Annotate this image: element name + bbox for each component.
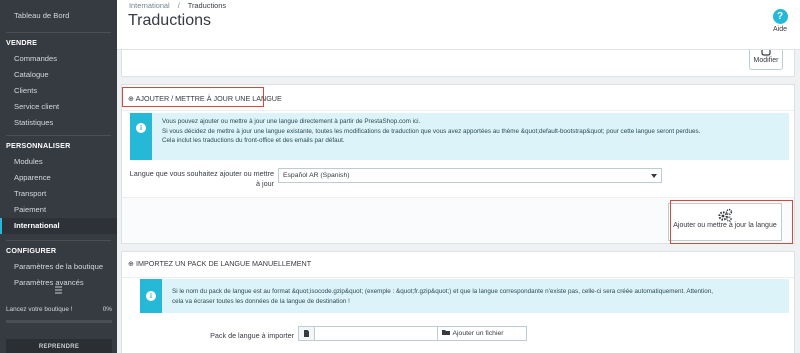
sidebar-item-catalog[interactable]: Catalogue — [0, 67, 117, 83]
add-language-info-alert: i Vous pouvez ajouter ou mettre à jour u… — [130, 113, 789, 160]
launch-label: Lancez votre boutique ! — [6, 306, 73, 313]
import-pack-info-alert: i Si le nom du pack de langue est au for… — [140, 279, 789, 313]
breadcrumb: International / Traductions — [129, 1, 226, 10]
sidebar-item-customers[interactable]: Clients — [0, 83, 117, 99]
sidebar-item-stats[interactable]: Statistiques — [0, 115, 117, 131]
import-pack-title: ⊕ IMPORTEZ UN PACK DE LANGUE MANUELLEMEN… — [128, 259, 312, 268]
help-label: Aide — [772, 26, 787, 33]
add-language-panel: ⊕ AJOUTER / METTRE À JOUR UNE LANGUE i V… — [121, 84, 795, 244]
plus-circle-icon: ⊕ — [128, 259, 137, 268]
sidebar-item-orders[interactable]: Commandes — [0, 51, 117, 67]
add-language-title: ⊕ AJOUTER / METTRE À JOUR UNE LANGUE — [128, 94, 282, 103]
launch-percent: 0% — [102, 306, 112, 313]
button-highlight-box — [670, 200, 793, 244]
launch-progress-text: Lancez votre boutique ! 0% — [6, 306, 112, 313]
breadcrumb-parent[interactable]: International — [129, 1, 170, 10]
resume-button[interactable]: REPRENDRE — [6, 339, 112, 353]
info-icon: i — [146, 291, 156, 301]
file-input-label: Pack de langue à importer — [210, 331, 294, 340]
help-button[interactable]: ? Aide — [766, 9, 794, 33]
help-icon: ? — [772, 9, 788, 24]
breadcrumb-separator: / — [177, 1, 180, 10]
folder-open-icon — [442, 330, 453, 337]
plus-circle-icon: ⊕ — [128, 94, 136, 103]
info-alert-bar: i — [140, 279, 162, 313]
info-alert-bar: i — [130, 113, 152, 160]
breadcrumb-current: Traductions — [187, 1, 227, 10]
add-file-button[interactable]: Ajouter un fichier — [438, 326, 527, 341]
sidebar-item-modules[interactable]: Modules — [0, 154, 117, 170]
file-icon — [298, 326, 315, 341]
import-pack-info-text: Si le nom du pack de langue est au forma… — [172, 288, 713, 305]
language-select[interactable]: Español AR (Spanish) — [278, 168, 662, 183]
page-title: Traductions — [128, 12, 211, 29]
collapse-menu-icon[interactable] — [55, 286, 62, 294]
file-name-input[interactable] — [315, 326, 438, 341]
page-header: International / Traductions Traductions … — [117, 0, 800, 50]
edit-icon — [750, 50, 782, 57]
theme-panel: Modifier — [121, 50, 795, 77]
sidebar: Tableau de Bord VENDRE Commandes Catalog… — [0, 0, 117, 353]
sidebar-item-appearance[interactable]: Apparence — [0, 170, 117, 186]
add-language-footer: Ajouter ou mettre à jour la langue — [122, 197, 794, 244]
sidebar-item-payment[interactable]: Paiement — [0, 202, 117, 218]
sidebar-section-configurer: CONFIGURER — [6, 246, 57, 255]
sidebar-section-vendre: VENDRE — [6, 38, 38, 47]
language-select-label: Langue que vous souhaitez ajouter ou met… — [129, 169, 274, 188]
sidebar-item-customer-service[interactable]: Service client — [0, 99, 117, 115]
sidebar-section-personnaliser: PERSONNALISER — [6, 141, 71, 150]
launch-progress-bar — [6, 320, 112, 323]
modify-button[interactable]: Modifier — [749, 50, 783, 70]
import-pack-panel: ⊕ IMPORTEZ UN PACK DE LANGUE MANUELLEMEN… — [121, 251, 795, 353]
chevron-down-icon — [651, 174, 657, 178]
import-pack-heading: ⊕ IMPORTEZ UN PACK DE LANGUE MANUELLEMEN… — [122, 252, 794, 278]
info-icon: i — [136, 123, 146, 133]
sidebar-item-shipping[interactable]: Transport — [0, 186, 117, 202]
sidebar-item-dashboard[interactable]: Tableau de Bord — [0, 8, 117, 24]
file-upload-group: Ajouter un fichier — [298, 326, 527, 341]
modify-label: Modifier — [753, 57, 779, 64]
add-language-heading: ⊕ AJOUTER / METTRE À JOUR UNE LANGUE — [122, 85, 794, 111]
sidebar-item-international[interactable]: International — [0, 218, 117, 234]
add-language-info-text: Vous pouvez ajouter ou mettre à jour une… — [162, 118, 701, 144]
sidebar-item-shop-parameters[interactable]: Paramètres de la boutique — [0, 259, 117, 275]
